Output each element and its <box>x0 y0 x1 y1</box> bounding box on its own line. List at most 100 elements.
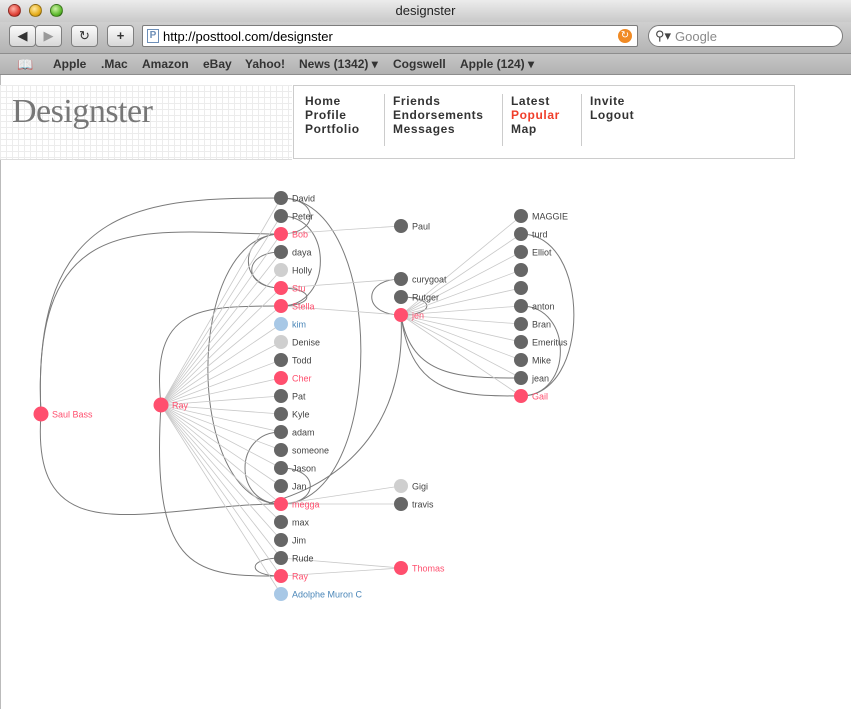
graph-node-rude[interactable]: Rude <box>274 551 314 565</box>
graph-node-label[interactable]: someone <box>292 446 329 456</box>
graph-node-bob[interactable]: Bob <box>274 227 308 241</box>
graph-node-dot[interactable] <box>394 272 408 286</box>
graph-node-label[interactable]: Emeritus <box>532 338 568 348</box>
graph-node-dot[interactable] <box>394 561 408 575</box>
graph-node-dot[interactable] <box>514 389 528 403</box>
graph-node-saulbass[interactable]: Saul Bass <box>33 406 94 422</box>
graph-node-label[interactable]: Rutger <box>412 293 439 303</box>
graph-node-dot[interactable] <box>514 245 528 259</box>
graph-node-dot[interactable] <box>274 587 288 601</box>
graph-node-dot[interactable] <box>514 335 528 349</box>
graph-node-peter[interactable]: Peter <box>274 209 314 223</box>
graph-node-label[interactable]: max <box>292 518 310 528</box>
graph-node-dot[interactable] <box>514 371 528 385</box>
graph-node-label[interactable]: Ray <box>172 401 189 411</box>
graph-node-label[interactable]: adam <box>292 428 315 438</box>
graph-node-label[interactable]: MAGGIE <box>532 212 568 222</box>
graph-node-label[interactable]: Mike <box>532 356 551 366</box>
graph-node-label[interactable]: Cher <box>292 374 312 384</box>
graph-node-dot[interactable] <box>274 227 288 241</box>
graph-node-dot[interactable] <box>153 397 169 413</box>
graph-node-gail[interactable]: Gail <box>514 389 548 403</box>
graph-node-dot[interactable] <box>274 461 288 475</box>
graph-node-dot[interactable] <box>394 219 408 233</box>
graph-node-thomas[interactable]: Thomas <box>394 561 445 575</box>
graph-node-rutger[interactable]: Rutger <box>394 290 439 304</box>
graph-node-kyle[interactable]: Kyle <box>274 407 310 421</box>
graph-node-label[interactable]: Rude <box>292 554 314 564</box>
graph-node-bran[interactable]: Bran <box>514 317 551 331</box>
graph-node-curygoat[interactable]: curygoat <box>394 272 447 286</box>
graph-node-dot[interactable] <box>274 407 288 421</box>
graph-node-label[interactable]: Bob <box>292 230 308 240</box>
graph-node-holly[interactable]: Holly <box>274 263 313 277</box>
graph-node-anton[interactable]: anton <box>514 299 555 313</box>
graph-node-turd[interactable]: turd <box>514 227 548 241</box>
graph-node-label[interactable]: Pat <box>292 392 306 402</box>
graph-node-emeritus[interactable]: Emeritus <box>514 335 568 349</box>
graph-node-label[interactable]: Gail <box>532 392 548 402</box>
graph-node-label[interactable]: jen <box>411 311 424 321</box>
graph-node-dot[interactable] <box>514 227 528 241</box>
graph-node-dot[interactable] <box>274 497 288 511</box>
graph-node-daya[interactable]: daya <box>274 245 312 259</box>
graph-node-label[interactable]: megga <box>292 500 320 510</box>
graph-node-dot[interactable] <box>394 290 408 304</box>
graph-node-label[interactable]: jean <box>531 374 549 384</box>
graph-node-label[interactable]: kim <box>292 320 306 330</box>
graph-node-label[interactable]: Paul <box>412 222 430 232</box>
graph-node-todd[interactable]: Todd <box>274 353 312 367</box>
graph-node-cher[interactable]: Cher <box>274 371 312 385</box>
graph-node-label[interactable]: Jim <box>292 536 306 546</box>
graph-node-dot[interactable] <box>394 479 408 493</box>
graph-node-dot[interactable] <box>274 443 288 457</box>
graph-node-label[interactable]: travis <box>412 500 434 510</box>
graph-node-jan[interactable]: Jan <box>274 479 307 493</box>
graph-node-adolphe[interactable]: Adolphe Muron C <box>274 587 363 601</box>
graph-node-maggie[interactable]: MAGGIE <box>514 209 568 223</box>
graph-node-kim[interactable]: kim <box>274 317 306 331</box>
graph-node-blank2[interactable] <box>514 281 528 295</box>
graph-node-stella[interactable]: Stella <box>274 299 315 313</box>
graph-node-dot[interactable] <box>274 335 288 349</box>
graph-node-dot[interactable] <box>274 245 288 259</box>
graph-node-dot[interactable] <box>274 371 288 385</box>
graph-node-dot[interactable] <box>514 263 528 277</box>
graph-node-dot[interactable] <box>274 479 288 493</box>
graph-node-dot[interactable] <box>514 299 528 313</box>
graph-node-label[interactable]: Holly <box>292 266 313 276</box>
graph-node-denise[interactable]: Denise <box>274 335 320 349</box>
graph-node-dot[interactable] <box>274 209 288 223</box>
graph-node-dot[interactable] <box>274 533 288 547</box>
graph-node-dot[interactable] <box>33 406 49 422</box>
graph-node-dot[interactable] <box>274 317 288 331</box>
graph-node-label[interactable]: Stella <box>292 302 315 312</box>
graph-node-dot[interactable] <box>514 281 528 295</box>
graph-node-label[interactable]: Stu <box>292 284 306 294</box>
graph-node-dot[interactable] <box>394 497 408 511</box>
graph-node-jim[interactable]: Jim <box>274 533 306 547</box>
graph-node-label[interactable]: Elliot <box>532 248 552 258</box>
graph-node-label[interactable]: turd <box>532 230 548 240</box>
graph-node-label[interactable]: anton <box>532 302 555 312</box>
graph-node-label[interactable]: Gigi <box>412 482 428 492</box>
graph-node-blank1[interactable] <box>514 263 528 277</box>
graph-node-label[interactable]: Saul Bass <box>52 410 93 420</box>
graph-node-label[interactable]: Jan <box>292 482 307 492</box>
graph-node-jean[interactable]: jean <box>514 371 549 385</box>
graph-node-someone[interactable]: someone <box>274 443 329 457</box>
graph-node-label[interactable]: Denise <box>292 338 320 348</box>
graph-node-label[interactable]: daya <box>292 248 312 258</box>
graph-node-dot[interactable] <box>394 308 408 322</box>
graph-node-label[interactable]: Kyle <box>292 410 310 420</box>
graph-node-elliot[interactable]: Elliot <box>514 245 552 259</box>
graph-node-adam[interactable]: adam <box>274 425 315 439</box>
graph-node-dot[interactable] <box>274 353 288 367</box>
graph-node-pat[interactable]: Pat <box>274 389 306 403</box>
graph-node-dot[interactable] <box>274 515 288 529</box>
graph-node-dot[interactable] <box>274 281 288 295</box>
graph-node-dot[interactable] <box>274 425 288 439</box>
graph-node-jason[interactable]: Jason <box>274 461 316 475</box>
graph-node-dot[interactable] <box>514 209 528 223</box>
graph-node-dot[interactable] <box>514 317 528 331</box>
